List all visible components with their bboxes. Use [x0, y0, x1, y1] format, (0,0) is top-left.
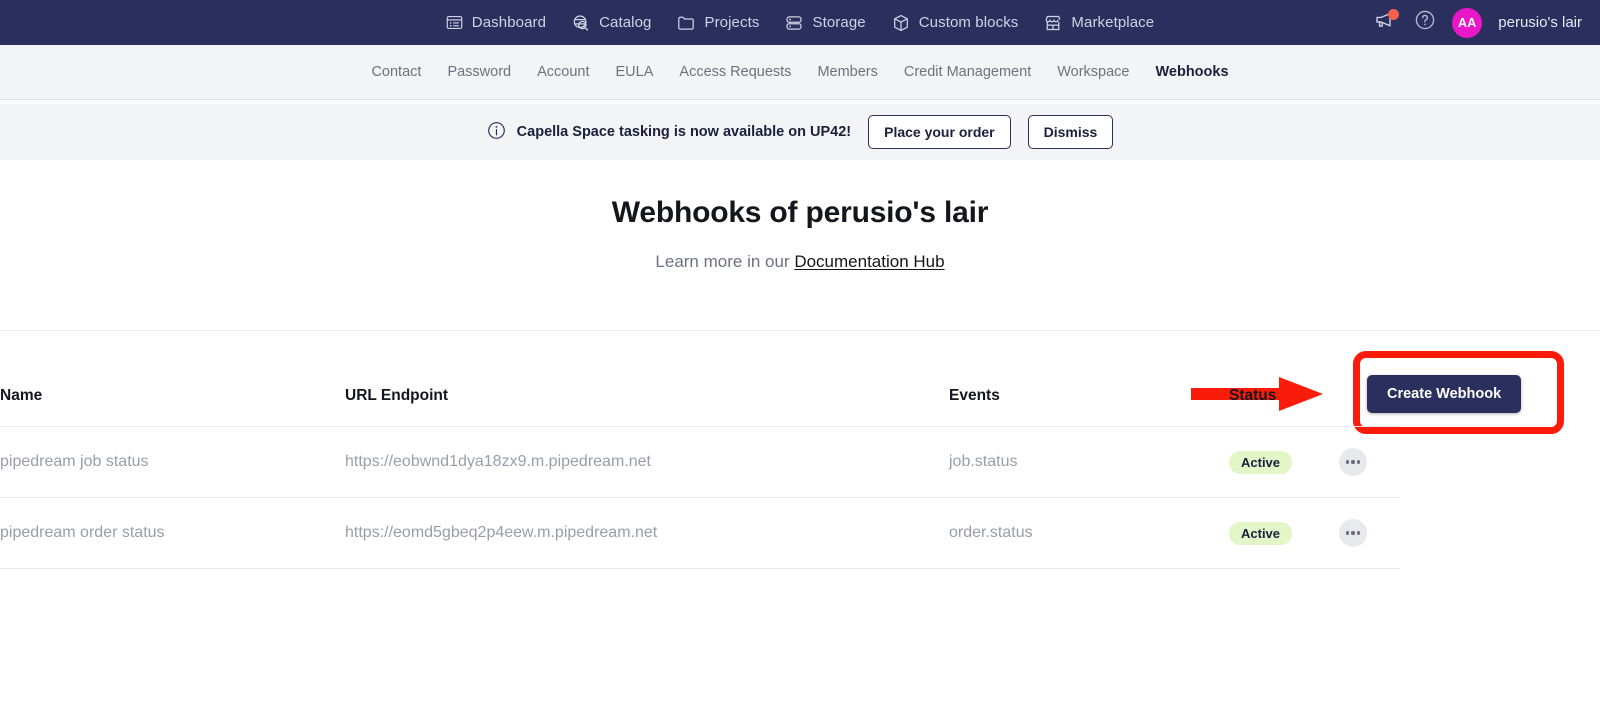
cell-url: https://eomd5gbeq2p4eew.m.pipedream.net: [345, 524, 658, 541]
page-header: Webhooks of perusio's lair Learn more in…: [0, 160, 1600, 272]
nav-item-dashboard[interactable]: Dashboard: [446, 14, 546, 31]
info-circle-icon: [487, 121, 506, 144]
catalog-search-icon: [572, 14, 590, 32]
main-content: Webhooks of perusio's lair Learn more in…: [0, 160, 1600, 725]
folder-icon: [677, 14, 695, 32]
question-circle-icon: [1414, 9, 1436, 36]
status-badge: Active: [1229, 450, 1293, 474]
subnav-item-members[interactable]: Members: [817, 64, 877, 80]
notification-dot: [1388, 8, 1400, 20]
shop-icon: [1044, 14, 1062, 32]
column-header-name: Name: [0, 386, 43, 404]
ellipsis-icon: [1357, 531, 1361, 535]
cell-name: pipedream order status: [0, 524, 165, 541]
documentation-hub-link[interactable]: Documentation Hub: [794, 252, 944, 271]
cube-icon: [892, 14, 910, 32]
place-your-order-button[interactable]: Place your order: [868, 115, 1011, 149]
dashboard-icon: [446, 14, 463, 31]
storage-icon: [785, 14, 803, 32]
subnav-item-contact[interactable]: Contact: [371, 64, 421, 80]
page-subtitle: Learn more in our Documentation Hub: [0, 252, 1600, 272]
ellipsis-icon: [1351, 531, 1355, 535]
cell-status: Active: [1229, 450, 1339, 474]
subtitle-prefix: Learn more in our: [655, 252, 795, 271]
table-row[interactable]: pipedream job status https://eobwnd1dya1…: [0, 427, 1400, 498]
subnav-item-credit-management[interactable]: Credit Management: [904, 64, 1031, 80]
column-header-url: URL Endpoint: [345, 386, 449, 404]
column-header-status: Status: [1229, 386, 1277, 404]
subnav-item-webhooks[interactable]: Webhooks: [1155, 64, 1228, 80]
ellipsis-icon: [1351, 460, 1355, 464]
status-badge: Active: [1229, 521, 1293, 545]
nav-item-label: Marketplace: [1071, 14, 1155, 31]
subnav-item-workspace[interactable]: Workspace: [1057, 64, 1129, 80]
webhooks-table: Name URL Endpoint Events Status pipedrea…: [0, 365, 1400, 569]
cell-events: order.status: [949, 524, 1033, 541]
row-actions-button[interactable]: [1339, 519, 1367, 547]
cell-actions: [1339, 448, 1400, 476]
banner-message-group: Capella Space tasking is now available o…: [487, 121, 851, 144]
top-nav-right-cluster: AA perusio's lair: [1372, 7, 1586, 38]
top-nav-items: Dashboard Catalog Projects Storage Custo…: [0, 14, 1600, 32]
nav-item-label: Catalog: [599, 14, 652, 31]
announcement-banner: Capella Space tasking is now available o…: [0, 104, 1600, 160]
cell-url: https://eobwnd1dya18zx9.m.pipedream.net: [345, 453, 651, 470]
cell-status: Active: [1229, 521, 1339, 545]
nav-item-storage[interactable]: Storage: [785, 14, 866, 32]
cell-events: job.status: [949, 453, 1018, 470]
dismiss-banner-button[interactable]: Dismiss: [1027, 115, 1114, 149]
secondary-navigation: Contact Password Account EULA Access Req…: [0, 45, 1600, 100]
nav-item-marketplace[interactable]: Marketplace: [1044, 14, 1154, 32]
notifications-button[interactable]: [1372, 8, 1400, 36]
table-row[interactable]: pipedream order status https://eomd5gbeq…: [0, 498, 1400, 569]
top-navigation-bar: Dashboard Catalog Projects Storage Custo…: [0, 0, 1600, 45]
cell-actions: [1339, 519, 1400, 547]
subnav-item-password[interactable]: Password: [447, 64, 511, 80]
subnav-item-access-requests[interactable]: Access Requests: [679, 64, 791, 80]
section-divider: [0, 330, 1600, 331]
nav-item-custom-blocks[interactable]: Custom blocks: [892, 14, 1019, 32]
nav-item-label: Dashboard: [471, 14, 547, 31]
ellipsis-icon: [1357, 460, 1361, 464]
help-button[interactable]: [1414, 9, 1436, 36]
ellipsis-icon: [1345, 531, 1349, 535]
nav-item-projects[interactable]: Projects: [677, 14, 759, 32]
row-actions-button[interactable]: [1339, 448, 1367, 476]
nav-item-catalog[interactable]: Catalog: [572, 14, 651, 32]
page-title: Webhooks of perusio's lair: [611, 196, 989, 229]
nav-item-label: Custom blocks: [918, 14, 1019, 31]
avatar[interactable]: AA: [1452, 7, 1483, 38]
nav-item-label: Storage: [812, 14, 866, 31]
ellipsis-icon: [1345, 460, 1349, 464]
subnav-item-eula[interactable]: EULA: [616, 64, 654, 80]
column-header-events: Events: [949, 386, 1000, 404]
banner-message: Capella Space tasking is now available o…: [516, 124, 852, 140]
username-label[interactable]: perusio's lair: [1498, 14, 1586, 31]
table-header-row: Name URL Endpoint Events Status: [0, 365, 1400, 427]
subnav-item-account[interactable]: Account: [537, 64, 589, 80]
cell-name: pipedream job status: [0, 453, 149, 470]
nav-item-label: Projects: [704, 14, 760, 31]
